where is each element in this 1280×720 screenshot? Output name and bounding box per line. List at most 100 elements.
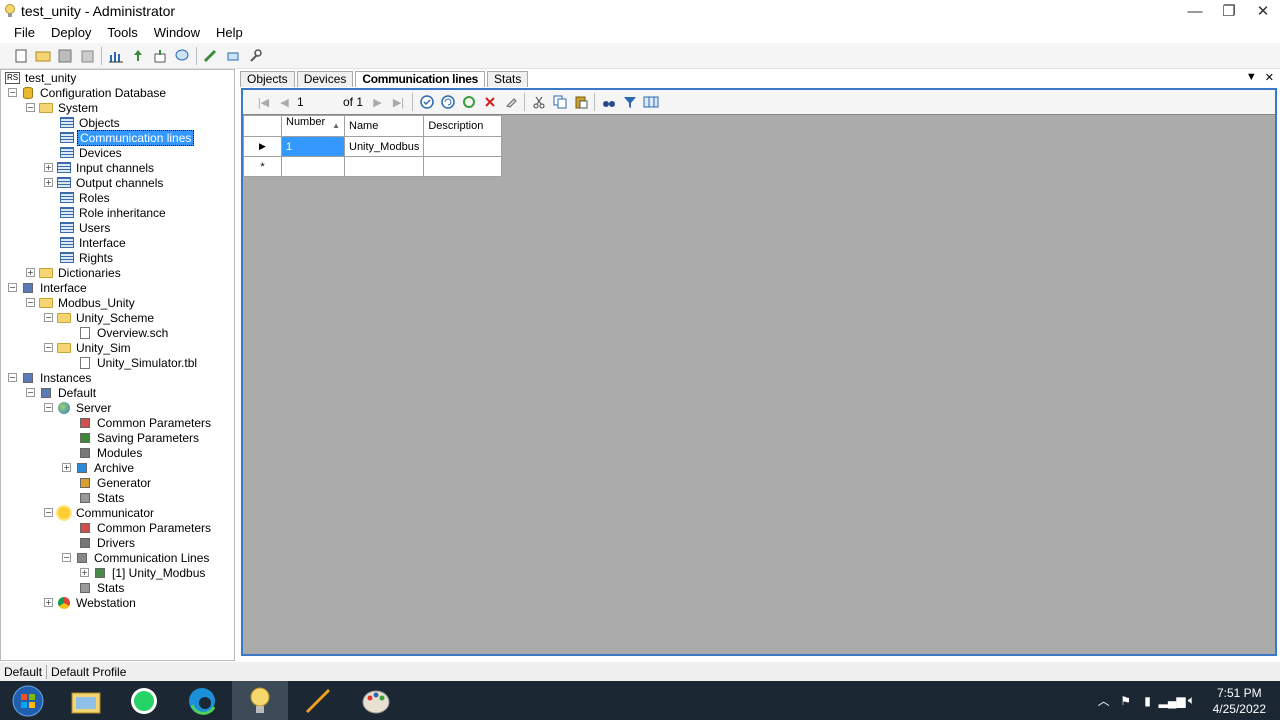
tree-item[interactable]: − Server (44, 400, 113, 415)
collapse-icon[interactable]: − (62, 553, 71, 562)
collapse-icon[interactable]: − (44, 508, 53, 517)
undo-icon[interactable] (437, 92, 458, 112)
move-previous-icon[interactable]: ◀ (274, 92, 295, 112)
clock[interactable]: 7:51 PM 4/25/2022 (1203, 685, 1280, 717)
maximize-icon[interactable]: ❐ (1212, 0, 1246, 22)
scada-admin-icon[interactable] (232, 681, 288, 720)
clear-icon[interactable] (500, 92, 521, 112)
collapse-icon[interactable]: − (44, 343, 53, 352)
flag-icon[interactable]: ⚑ (1115, 694, 1137, 708)
menu-tools[interactable]: Tools (99, 25, 145, 40)
tree-item[interactable]: Stats (77, 490, 126, 505)
menu-file[interactable]: File (6, 25, 43, 40)
tree-item[interactable]: Rights (59, 250, 115, 265)
pen-icon[interactable] (290, 681, 346, 720)
new-row[interactable]: * (243, 156, 503, 177)
menu-deploy[interactable]: Deploy (43, 25, 99, 40)
delete-icon[interactable] (479, 92, 500, 112)
tree-item[interactable]: − Interface (8, 280, 89, 295)
cell-description[interactable] (423, 156, 503, 177)
tree-item[interactable]: Roles (59, 190, 112, 205)
expand-icon[interactable]: + (62, 463, 71, 472)
chart-icon[interactable] (105, 45, 127, 67)
refresh-icon[interactable] (458, 92, 479, 112)
explorer-tree[interactable]: RS test_unity − Configuration Database − Syst… (0, 69, 235, 661)
save-icon[interactable] (54, 45, 76, 67)
tab-close-icon[interactable]: ✕ (1265, 71, 1274, 84)
tab-objects[interactable]: Objects (240, 71, 295, 87)
collapse-icon[interactable]: − (8, 373, 17, 382)
collapse-icon[interactable]: − (44, 313, 53, 322)
new-file-icon[interactable] (10, 45, 32, 67)
tree-item[interactable]: Common Parameters (77, 520, 213, 535)
menu-window[interactable]: Window (146, 25, 208, 40)
filter-icon[interactable] (619, 92, 640, 112)
table-row[interactable]: ▶ 1 Unity_Modbus (243, 136, 503, 157)
tree-item[interactable]: + [1] Unity_Modbus (80, 565, 207, 580)
tree-item[interactable]: − Communicator (44, 505, 156, 520)
battery-icon[interactable]: ▮ (1137, 694, 1159, 708)
expand-icon[interactable]: + (44, 598, 53, 607)
collapse-icon[interactable]: − (26, 298, 35, 307)
tab-devices[interactable]: Devices (296, 71, 354, 87)
tree-item[interactable]: + Archive (62, 460, 136, 475)
expand-icon[interactable]: + (44, 163, 53, 172)
position-input[interactable]: 1 (295, 93, 339, 111)
upload-icon[interactable] (127, 45, 149, 67)
help-icon[interactable] (171, 45, 193, 67)
tree-item[interactable]: Saving Parameters (77, 430, 201, 445)
move-next-icon[interactable]: ▶ (367, 92, 388, 112)
tree-item[interactable]: Stats (77, 580, 126, 595)
tree-item[interactable]: Interface (59, 235, 128, 250)
show-hidden-icons-icon[interactable]: ︿ (1093, 692, 1115, 709)
column-header-description[interactable]: Description (423, 115, 503, 137)
row-selector[interactable]: ▶ (243, 136, 282, 157)
tab-list-dropdown-icon[interactable]: ▼ (1246, 71, 1257, 84)
tree-item[interactable]: − Instances (8, 370, 93, 385)
volume-icon[interactable]: 🔈︎ (1181, 693, 1203, 708)
tree-item[interactable]: Communication lines (59, 129, 195, 146)
tree-item[interactable]: Unity_Simulator.tbl (77, 355, 199, 370)
cell-description[interactable] (423, 136, 503, 157)
tree-item[interactable]: Modules (77, 445, 144, 460)
collapse-icon[interactable]: − (26, 388, 35, 397)
paint-icon[interactable] (348, 681, 404, 720)
copy-icon[interactable] (549, 92, 570, 112)
tools-icon[interactable] (244, 45, 266, 67)
file-explorer-icon[interactable] (58, 681, 114, 720)
tree-item[interactable]: − Default (26, 385, 98, 400)
expand-icon[interactable]: + (44, 178, 53, 187)
autosize-columns-icon[interactable] (640, 92, 661, 112)
column-header-number[interactable]: Number ▲ (281, 115, 345, 137)
cell-name[interactable] (343, 156, 425, 177)
tree-item[interactable]: Common Parameters (77, 415, 213, 430)
collapse-icon[interactable]: − (44, 403, 53, 412)
move-first-icon[interactable]: |◀ (253, 92, 274, 112)
column-header-name[interactable]: Name (343, 115, 425, 137)
tree-item[interactable]: − Configuration Database (8, 85, 168, 100)
minimize-icon[interactable]: — (1178, 0, 1212, 22)
move-last-icon[interactable]: ▶| (388, 92, 409, 112)
tab-communication-lines[interactable]: Communication lines (355, 71, 486, 87)
tree-item[interactable]: + Dictionaries (26, 265, 123, 280)
cell-number[interactable]: 1 (281, 136, 345, 157)
import-icon[interactable] (222, 45, 244, 67)
paste-icon[interactable] (570, 92, 591, 112)
tree-item[interactable]: Overview.sch (77, 325, 170, 340)
tree-item[interactable]: RS test_unity (4, 70, 78, 85)
expand-icon[interactable]: + (26, 268, 35, 277)
tree-item[interactable]: Users (59, 220, 112, 235)
tree-item[interactable]: Drivers (77, 535, 137, 550)
signal-icon[interactable]: ▂▄▆ (1159, 694, 1186, 708)
edge-icon[interactable] (174, 681, 230, 720)
collapse-icon[interactable]: − (26, 103, 35, 112)
find-icon[interactable] (598, 92, 619, 112)
tab-stats[interactable]: Stats (487, 71, 529, 87)
tree-item[interactable]: + Input channels (44, 160, 156, 175)
tree-item[interactable]: − System (26, 100, 100, 115)
tree-item[interactable]: − Modbus_Unity (26, 295, 137, 310)
save-all-icon[interactable] (76, 45, 98, 67)
open-folder-icon[interactable] (32, 45, 54, 67)
tree-item[interactable]: − Unity_Scheme (44, 310, 156, 325)
collapse-icon[interactable]: − (8, 88, 17, 97)
